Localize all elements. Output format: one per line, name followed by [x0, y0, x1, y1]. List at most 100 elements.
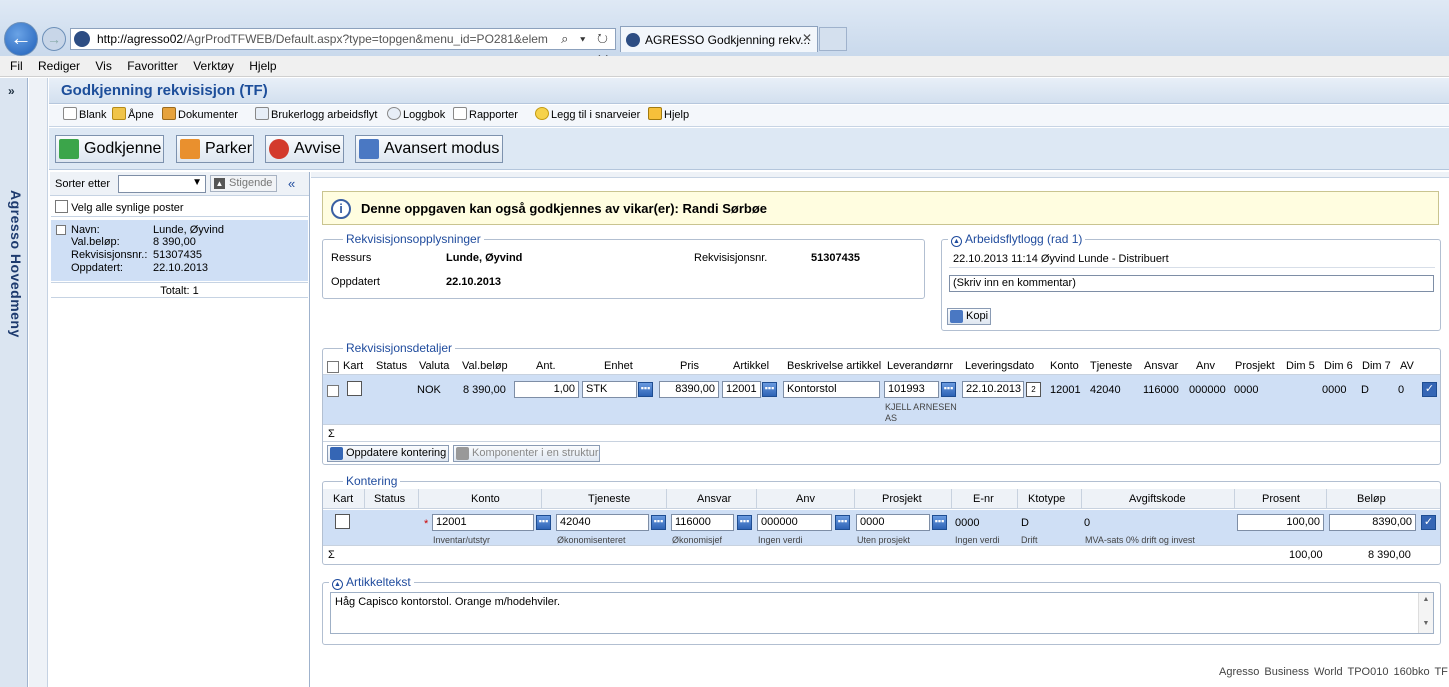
ansvar-input[interactable]: 116000 [671, 514, 734, 531]
park-button[interactable]: Parker [176, 135, 254, 163]
tjeneste-lookup-button[interactable]: ▪▪▪ [651, 515, 666, 530]
menu-help[interactable]: Hjelp [249, 59, 276, 73]
textarea-scrollbar[interactable]: ▲ ▼ [1418, 593, 1433, 633]
confirm-check-icon[interactable]: ✓ [1422, 382, 1437, 397]
browser-tab[interactable]: AGRESSO Godkjenning rekv... [620, 26, 818, 52]
tjeneste-input[interactable]: 42040 [556, 514, 649, 531]
quantity-input[interactable]: 1,00 [514, 381, 579, 398]
prosjekt-lookup-button[interactable]: ▪▪▪ [932, 515, 947, 530]
collapse-icon[interactable]: ▲ [332, 579, 343, 590]
scroll-up-icon[interactable]: ▲ [1419, 593, 1433, 603]
divider [323, 424, 1440, 425]
required-marker: * [424, 518, 429, 530]
konto-input[interactable]: 12001 [432, 514, 534, 531]
ktotype-desc: Drift [1021, 535, 1038, 545]
section-legend: ▲ Arbeidsflytlogg (rad 1) [948, 232, 1085, 247]
item-checkbox[interactable] [56, 225, 66, 235]
ressurs-label: Ressurs [331, 252, 372, 264]
divider [1081, 489, 1082, 509]
ansvar-lookup-button[interactable]: ▪▪▪ [737, 515, 752, 530]
update-kontering-button[interactable]: Oppdatere kontering [327, 445, 449, 462]
prosent-input[interactable]: 100,00 [1237, 514, 1324, 531]
menu-file[interactable]: Fil [10, 59, 23, 73]
col-header: Avgiftskode [1129, 493, 1186, 505]
supplier-input[interactable]: 101993 [884, 381, 939, 398]
select-all-row[interactable]: Velg alle synlige poster [55, 200, 184, 214]
anv-input[interactable]: 000000 [757, 514, 832, 531]
confirm-check-icon[interactable]: ✓ [1421, 515, 1436, 530]
card-value: 51307435 [153, 249, 202, 261]
col-header: Enhet [604, 360, 633, 372]
unit-input[interactable]: STK [582, 381, 637, 398]
address-bar[interactable]: http://agresso02/AgrProdTFWEB/Default.as… [70, 28, 616, 50]
menu-favorites[interactable]: Favoritter [127, 59, 178, 73]
details-select-all-checkbox[interactable] [327, 361, 339, 373]
toolbar-documents[interactable]: Dokumenter [162, 105, 238, 126]
unit-lookup-button[interactable]: ▪▪▪ [638, 382, 653, 397]
toolbar-logbook[interactable]: Loggbok [387, 105, 445, 126]
reknr-label: Rekvisisjonsnr. [694, 252, 768, 264]
sort-up-icon: ▲ [214, 178, 225, 189]
delivery-date-input[interactable]: 22.10.2013 [962, 381, 1024, 398]
menu-tools[interactable]: Verktøy [193, 59, 234, 73]
main-menu-title[interactable]: Agresso Hovedmeny [4, 190, 24, 390]
sort-order-button[interactable]: ▲ Stigende [210, 175, 277, 192]
select-all-label: Velg alle synlige poster [71, 202, 184, 214]
col-header: Tjeneste [588, 493, 631, 505]
table-row[interactable] [323, 375, 1440, 424]
description-input[interactable]: Kontorstol [783, 381, 880, 398]
toolbar-help[interactable]: Hjelp [648, 105, 689, 126]
ansvar-desc: Økonomisjef [672, 535, 723, 545]
col-header: Kart [343, 360, 364, 372]
forward-button[interactable]: → [42, 27, 66, 51]
anv-lookup-button[interactable]: ▪▪▪ [835, 515, 850, 530]
article-lookup-button[interactable]: ▪▪▪ [762, 382, 777, 397]
toolbar-blank[interactable]: Blank [63, 105, 107, 126]
address-tools[interactable]: ⌕ ▾ ↻ ✕ [548, 28, 616, 67]
toolbar-reports[interactable]: Rapporter [453, 105, 518, 126]
sort-select[interactable]: ▼ [118, 175, 206, 193]
toolbar-add-shortcut[interactable]: Legg til i snarveier [535, 105, 640, 126]
prosjekt-input[interactable]: 0000 [856, 514, 930, 531]
main-menu-strip[interactable]: » Agresso Hovedmeny [0, 78, 28, 687]
comment-input[interactable]: (Skriv inn en kommentar) [949, 275, 1434, 292]
gutter [29, 78, 48, 687]
supplier-lookup-button[interactable]: ▪▪▪ [941, 382, 956, 397]
approve-button[interactable]: Godkjenne [55, 135, 164, 163]
new-tab-button[interactable] [819, 27, 847, 51]
article-text-area[interactable]: Håg Capisco kontorstol. Orange m/hodehvi… [330, 592, 1434, 634]
article-text: Håg Capisco kontorstol. Orange m/hodehvi… [335, 596, 561, 608]
konto-lookup-button[interactable]: ▪▪▪ [536, 515, 551, 530]
map-icon[interactable] [335, 514, 350, 529]
toolbar: Blank Åpne Dokumenter Brukerlogg arbeids… [49, 105, 1449, 127]
components-button[interactable]: Komponenter i en struktur [453, 445, 600, 462]
price-input[interactable]: 8390,00 [659, 381, 719, 398]
scroll-down-icon[interactable]: ▼ [1419, 603, 1433, 627]
col-header: Ktotype [1028, 493, 1066, 505]
divider [364, 489, 365, 509]
tab-close-icon[interactable]: ✕ [802, 31, 812, 45]
calendar-icon[interactable]: 2 [1026, 382, 1041, 397]
list-item[interactable]: Navn: Lunde, Øyvind Val.beløp: 8 390,00 … [51, 220, 308, 281]
magnifier-icon [387, 107, 401, 120]
row-checkbox[interactable] [327, 385, 339, 397]
collapse-list-icon[interactable]: « [288, 176, 295, 191]
copy-button[interactable]: Kopi [947, 308, 991, 325]
copy-label: Kopi [966, 310, 989, 322]
toolbar-open[interactable]: Åpne [112, 105, 154, 126]
select-all-checkbox[interactable] [55, 200, 68, 213]
menu-edit[interactable]: Rediger [38, 59, 80, 73]
collapse-icon[interactable]: ▲ [951, 236, 962, 247]
menu-view[interactable]: Vis [95, 59, 111, 73]
belop-input[interactable]: 8390,00 [1329, 514, 1416, 531]
advanced-mode-button[interactable]: Avansert modus [355, 135, 503, 163]
map-icon[interactable] [347, 381, 362, 396]
toolbar-workflow-log[interactable]: Brukerlogg arbeidsflyt [255, 105, 377, 126]
enr-cell: 0000 [955, 517, 980, 529]
reject-button[interactable]: Avvise [265, 135, 344, 163]
article-input[interactable]: 12001 [722, 381, 761, 398]
ktotype-cell: D [1021, 517, 1029, 529]
back-button[interactable]: ← [4, 22, 38, 56]
expand-menu-icon[interactable]: » [8, 84, 15, 98]
list-total: Totalt: 1 [51, 282, 308, 298]
